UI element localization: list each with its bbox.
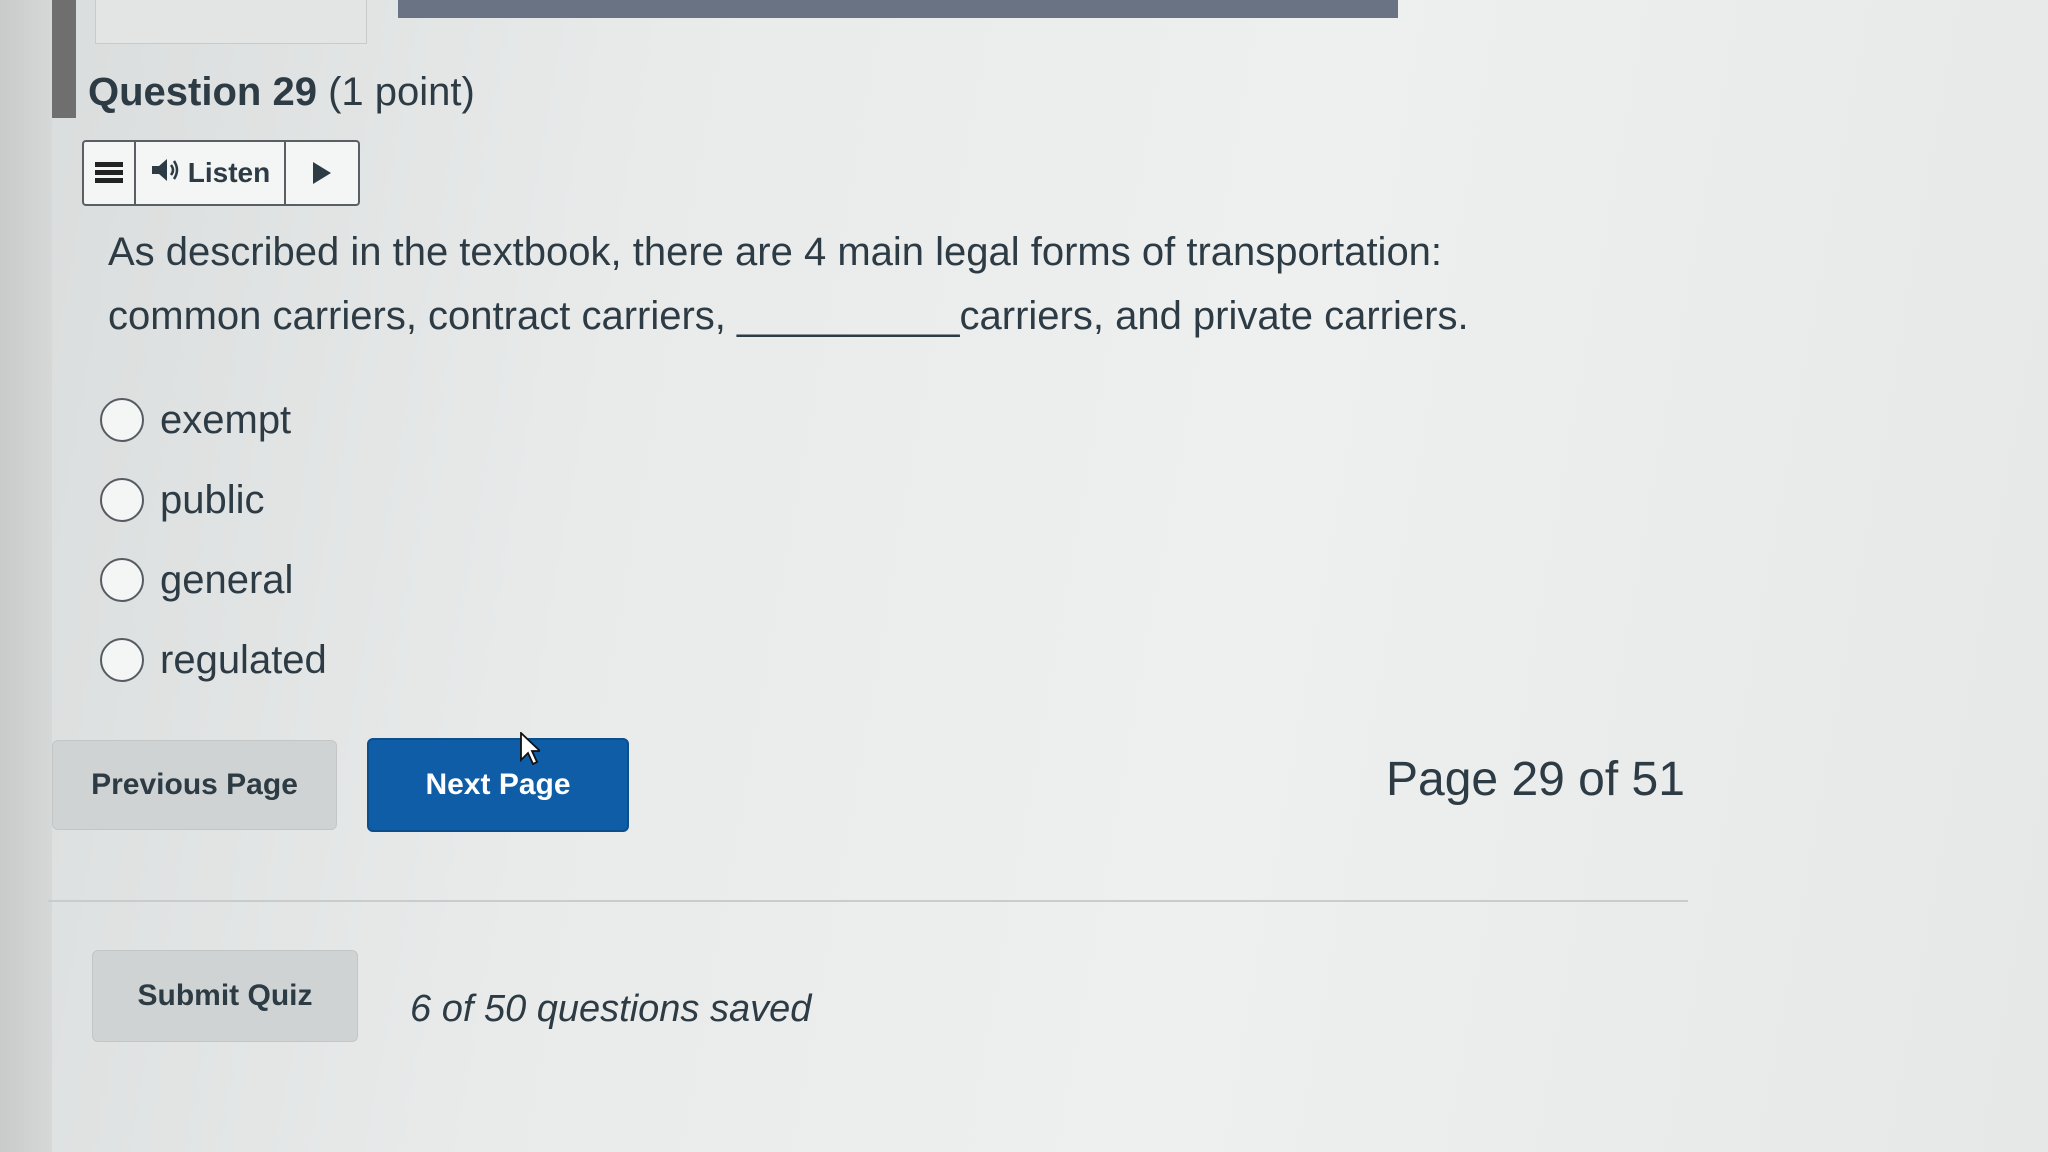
answer-label: exempt [160, 397, 292, 442]
submit-quiz-button[interactable]: Submit Quiz [92, 950, 358, 1042]
question-text: As described in the textbook, there are … [108, 180, 1508, 348]
question-points: (1 point) [328, 70, 475, 114]
quiz-screen: Question 29 (1 point) Listen As describe… [0, 0, 2048, 1152]
question-number: Question 29 [88, 70, 317, 114]
top-tab [95, 0, 367, 44]
answer-option[interactable]: exempt [100, 380, 327, 460]
answer-options: exempt public general regulated [100, 380, 327, 700]
question-line-2-start: common carriers, contract carriers, [108, 294, 726, 338]
radio-button[interactable] [100, 638, 144, 682]
question-header: Question 29 (1 point) [88, 70, 475, 115]
mouse-cursor-icon [520, 732, 540, 766]
radio-button[interactable] [100, 478, 144, 522]
answer-option[interactable]: general [100, 540, 327, 620]
question-line-2-end: carriers, and private carriers. [959, 294, 1469, 338]
answer-option[interactable]: public [100, 460, 327, 540]
question-blank: __________ [737, 294, 960, 338]
answer-label: public [160, 477, 265, 522]
answer-label: general [160, 557, 294, 602]
answer-label: regulated [160, 637, 327, 682]
previous-page-button[interactable]: Previous Page [52, 740, 337, 830]
radio-button[interactable] [100, 558, 144, 602]
question-line-2: common carriers, contract carriers, ____… [108, 284, 1508, 348]
next-page-button[interactable]: Next Page [367, 738, 629, 832]
question-line-1: As described in the textbook, there are … [108, 230, 1443, 274]
top-bar [398, 0, 1398, 18]
divider [48, 900, 1688, 902]
radio-button[interactable] [100, 398, 144, 442]
saved-status: 6 of 50 questions saved [410, 988, 812, 1030]
question-accent-bar [52, 0, 76, 118]
left-rail [0, 0, 52, 1152]
page-indicator: Page 29 of 51 [1386, 753, 1685, 806]
answer-option[interactable]: regulated [100, 620, 327, 700]
